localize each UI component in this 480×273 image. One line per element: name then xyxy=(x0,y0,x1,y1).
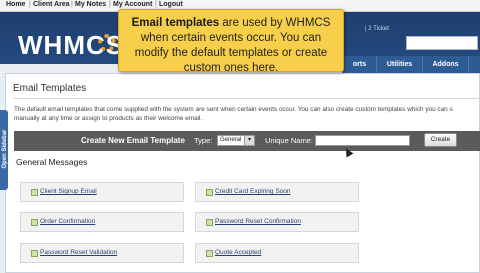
nav-tab-reports[interactable]: orts xyxy=(342,56,376,74)
create-template-bar: Create New Email Template Type: General … xyxy=(14,131,480,151)
tutorial-callout: Email templates are used by WHMCS when c… xyxy=(118,9,344,74)
unique-name-label: Unique Name: xyxy=(265,136,313,145)
email-template-icon xyxy=(31,250,38,257)
nav-tab-addons[interactable]: Addons xyxy=(422,56,468,74)
template-item[interactable]: Password Reset Confirmation xyxy=(195,212,359,232)
email-template-icon xyxy=(31,189,38,196)
nav-tab-utilities[interactable]: Utilities xyxy=(376,56,422,74)
template-link[interactable]: Password Reset Confirmation xyxy=(215,218,301,225)
separator: | xyxy=(109,1,111,8)
chevron-down-icon[interactable]: ▾ xyxy=(244,136,254,145)
nav-tab-more[interactable] xyxy=(468,56,480,74)
separator: | xyxy=(29,1,31,8)
intro-line-2: manually at any time or assign to produc… xyxy=(14,115,203,122)
template-link[interactable]: Order Confirmation xyxy=(40,218,95,225)
template-link[interactable]: Password Reset Validation xyxy=(40,249,117,256)
topnav-client-area-link[interactable]: Client Area xyxy=(33,1,70,8)
header-ticket-count[interactable]: | 2 Ticket xyxy=(365,26,389,32)
topnav-my-notes-link[interactable]: My Notes xyxy=(75,1,106,8)
create-button[interactable]: Create xyxy=(424,133,457,147)
callout-bold-text: Email templates xyxy=(131,17,220,29)
gear-logo-icon xyxy=(98,34,116,52)
open-sidebar-tab[interactable]: Open Sidebar xyxy=(0,110,8,190)
unique-name-input[interactable] xyxy=(315,135,410,146)
template-link[interactable]: Credit Card Expiring Soon xyxy=(215,188,291,195)
create-template-title: Create New Email Template xyxy=(81,136,185,145)
topnav-my-account-link[interactable]: My Account xyxy=(113,1,152,8)
email-template-icon xyxy=(206,189,213,196)
template-link[interactable]: Client Signup Email xyxy=(40,188,97,195)
title-divider xyxy=(13,98,480,99)
template-item[interactable]: Password Reset Validation xyxy=(20,243,184,263)
separator: | xyxy=(71,1,73,8)
email-template-icon xyxy=(206,250,213,257)
type-select[interactable]: General ▾ xyxy=(217,135,255,146)
topnav-home-link[interactable]: Home xyxy=(6,1,25,8)
page-title: Email Templates xyxy=(13,83,87,94)
separator: | xyxy=(155,1,157,8)
topnav-logout-link[interactable]: Logout xyxy=(159,1,183,8)
header-search-input[interactable] xyxy=(406,36,478,50)
template-item[interactable]: Credit Card Expiring Soon xyxy=(195,182,359,202)
section-title-general-messages: General Messages xyxy=(16,157,88,167)
template-item[interactable]: Client Signup Email xyxy=(20,182,184,202)
template-item[interactable]: Order Confirmation xyxy=(20,212,184,232)
type-select-value: General xyxy=(220,137,242,143)
intro-text: The default email templates that come su… xyxy=(14,105,480,123)
intro-line-1: The default email templates that come su… xyxy=(14,106,453,113)
open-sidebar-label: Open Sidebar xyxy=(2,129,8,169)
email-template-icon xyxy=(206,219,213,226)
type-label: Type: xyxy=(194,136,213,145)
email-template-icon xyxy=(31,219,38,226)
template-item[interactable]: Quote Accepted xyxy=(195,243,359,263)
template-link[interactable]: Quote Accepted xyxy=(215,249,261,256)
